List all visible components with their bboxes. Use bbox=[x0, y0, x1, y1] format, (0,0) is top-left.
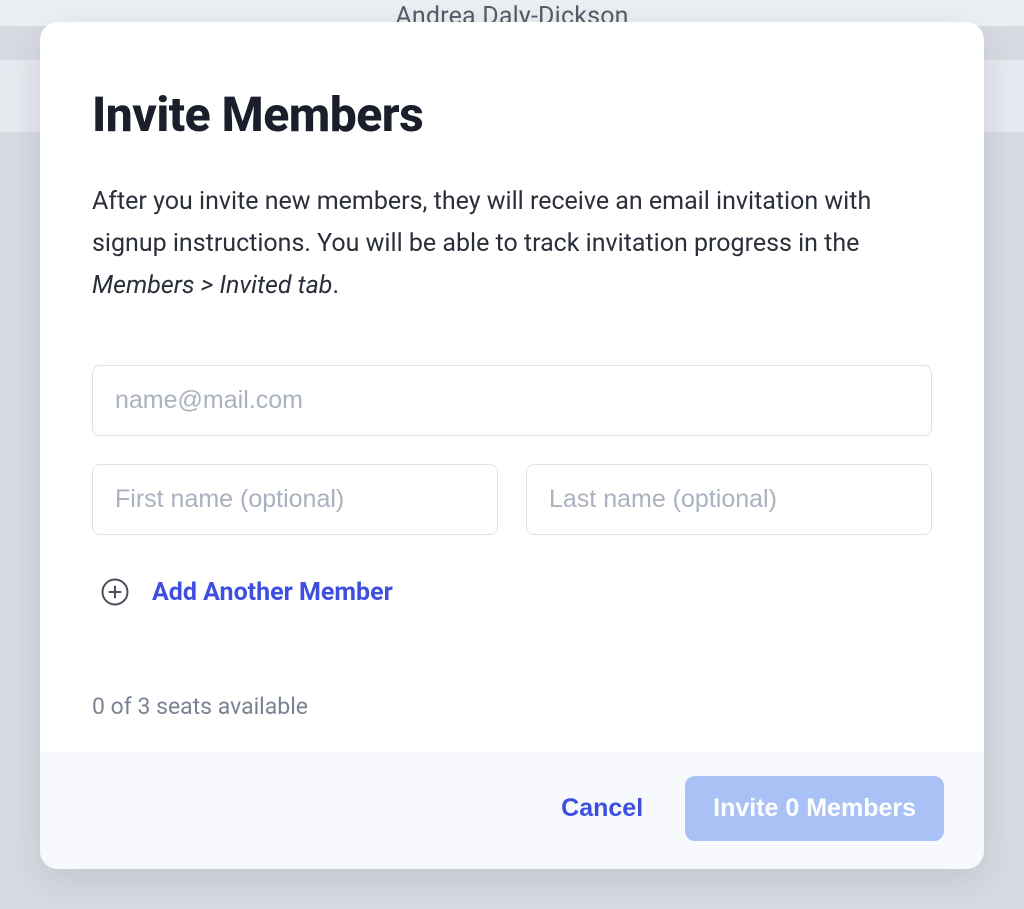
modal-body: Invite Members After you invite new memb… bbox=[40, 22, 984, 752]
email-field[interactable] bbox=[92, 365, 932, 436]
modal-description-emphasis: Members > Invited tab bbox=[92, 271, 332, 300]
add-another-member-label: Add Another Member bbox=[152, 578, 393, 607]
modal-description-post: . bbox=[332, 271, 339, 300]
cancel-button[interactable]: Cancel bbox=[553, 782, 651, 835]
name-row bbox=[92, 464, 932, 535]
modal-title: Invite Members bbox=[92, 86, 932, 143]
last-name-field[interactable] bbox=[526, 464, 932, 535]
invite-members-modal: Invite Members After you invite new memb… bbox=[40, 22, 984, 869]
first-name-field[interactable] bbox=[92, 464, 498, 535]
invite-members-button[interactable]: Invite 0 Members bbox=[685, 776, 944, 841]
modal-footer: Cancel Invite 0 Members bbox=[40, 752, 984, 869]
add-another-member-button[interactable]: Add Another Member bbox=[100, 577, 393, 607]
modal-description: After you invite new members, they will … bbox=[92, 181, 932, 307]
modal-description-pre: After you invite new members, they will … bbox=[92, 187, 871, 258]
email-row bbox=[92, 365, 932, 436]
seats-available-text: 0 of 3 seats available bbox=[92, 693, 932, 720]
plus-circle-icon bbox=[100, 577, 130, 607]
